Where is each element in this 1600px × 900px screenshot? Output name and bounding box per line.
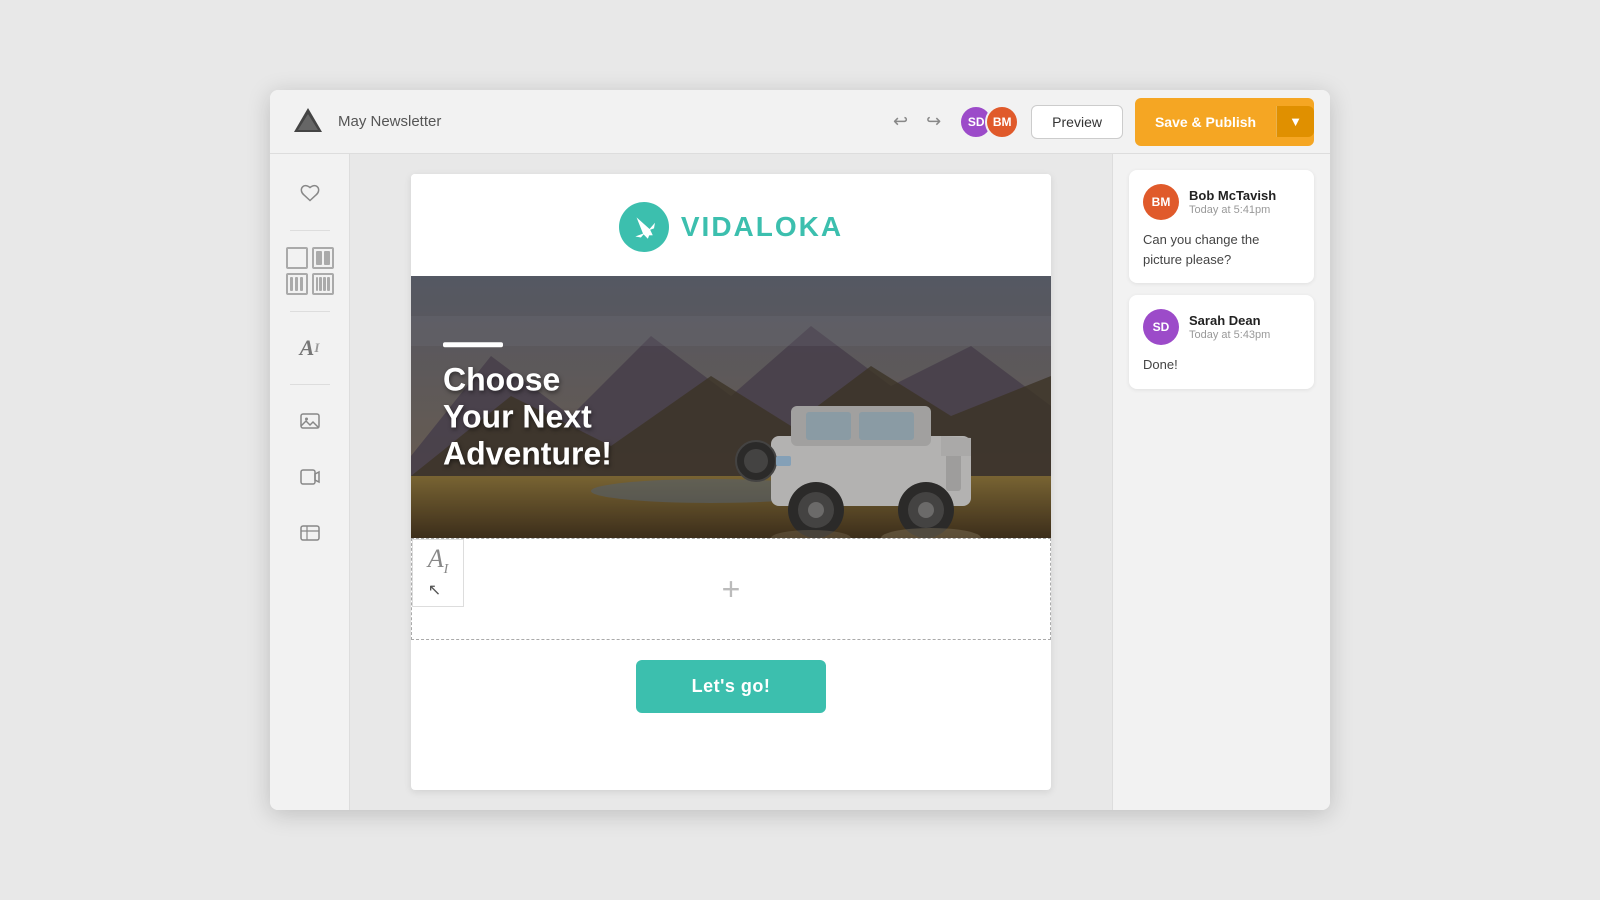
add-content-icon[interactable]: + [722, 573, 741, 605]
comment-meta-0: Bob McTavish Today at 5:41pm [1189, 188, 1300, 216]
comment-card-1: SD Sarah Dean Today at 5:43pm Done! [1129, 295, 1314, 389]
layout-four-col[interactable] [312, 273, 334, 295]
email-hero-section: Choose Your Next Adventure! [411, 276, 1051, 538]
layout-two-col[interactable] [312, 247, 334, 269]
text-handle-icon: AI [428, 546, 449, 577]
undo-redo-group: ↩ ↪ [887, 107, 947, 136]
collaborators-group: SD BM [959, 105, 1019, 139]
comment-name-0: Bob McTavish [1189, 188, 1300, 203]
email-cta-section: Let's go! [411, 640, 1051, 733]
text-block-inner[interactable]: + [412, 539, 1050, 639]
brand-name: VIDALOKA [681, 211, 843, 243]
comment-header-1: SD Sarah Dean Today at 5:43pm [1143, 309, 1300, 345]
preview-button[interactable]: Preview [1031, 105, 1123, 139]
undo-button[interactable]: ↩ [887, 107, 914, 136]
redo-button[interactable]: ↪ [920, 107, 947, 136]
hero-text-block: Choose Your Next Adventure! [443, 342, 612, 471]
sidebar-item-video[interactable] [286, 453, 334, 501]
layout-single[interactable] [286, 247, 308, 269]
body-layout: AI [270, 154, 1330, 810]
sidebar-item-favorites[interactable] [286, 170, 334, 218]
hero-heading: Choose Your Next Adventure! [443, 361, 612, 471]
comment-avatar-bm: BM [1143, 184, 1179, 220]
email-canvas: VIDALOKA [411, 174, 1051, 790]
cta-button[interactable]: Let's go! [636, 660, 827, 713]
comment-time-1: Today at 5:43pm [1189, 329, 1300, 341]
app-window: May Newsletter ↩ ↪ SD BM Preview Save & … [270, 90, 1330, 810]
save-publish-dropdown-button[interactable]: ▼ [1276, 106, 1314, 137]
vidaloka-logo-circle [619, 202, 669, 252]
layout-grid [282, 243, 338, 299]
sidebar-item-text[interactable]: AI [286, 324, 334, 372]
hero-accent-bar [443, 342, 503, 347]
comment-card-0: BM Bob McTavish Today at 5:41pm Can you … [1129, 170, 1314, 283]
sidebar: AI [270, 154, 350, 810]
comments-panel: BM Bob McTavish Today at 5:41pm Can you … [1112, 154, 1330, 810]
layout-three-col[interactable] [286, 273, 308, 295]
avatar-bm: BM [985, 105, 1019, 139]
main-canvas: VIDALOKA [350, 154, 1112, 810]
header: May Newsletter ↩ ↪ SD BM Preview Save & … [270, 90, 1330, 154]
comment-name-1: Sarah Dean [1189, 313, 1300, 328]
comment-meta-1: Sarah Dean Today at 5:43pm [1189, 313, 1300, 341]
email-content-block: AI ↖ + [411, 538, 1051, 640]
cursor-icon: ↖ [428, 580, 449, 600]
comment-time-0: Today at 5:41pm [1189, 204, 1300, 216]
comment-text-0: Can you change the picture please? [1143, 230, 1300, 269]
sidebar-divider-3 [290, 384, 330, 385]
header-actions: ↩ ↪ SD BM Preview Save & Publish ▼ [887, 98, 1314, 146]
document-title: May Newsletter [338, 113, 887, 130]
comment-header-0: BM Bob McTavish Today at 5:41pm [1143, 184, 1300, 220]
email-logo-section: VIDALOKA [411, 174, 1051, 276]
save-publish-button-group: Save & Publish ▼ [1135, 98, 1314, 146]
sidebar-item-image[interactable] [286, 397, 334, 445]
sidebar-divider-2 [290, 311, 330, 312]
sidebar-divider-1 [290, 230, 330, 231]
comment-text-1: Done! [1143, 355, 1300, 375]
comment-avatar-sd: SD [1143, 309, 1179, 345]
app-logo-icon [290, 104, 326, 140]
block-drag-handle[interactable]: AI ↖ [412, 539, 464, 607]
sidebar-item-social[interactable] [286, 509, 334, 557]
save-publish-main-button[interactable]: Save & Publish [1135, 106, 1276, 138]
